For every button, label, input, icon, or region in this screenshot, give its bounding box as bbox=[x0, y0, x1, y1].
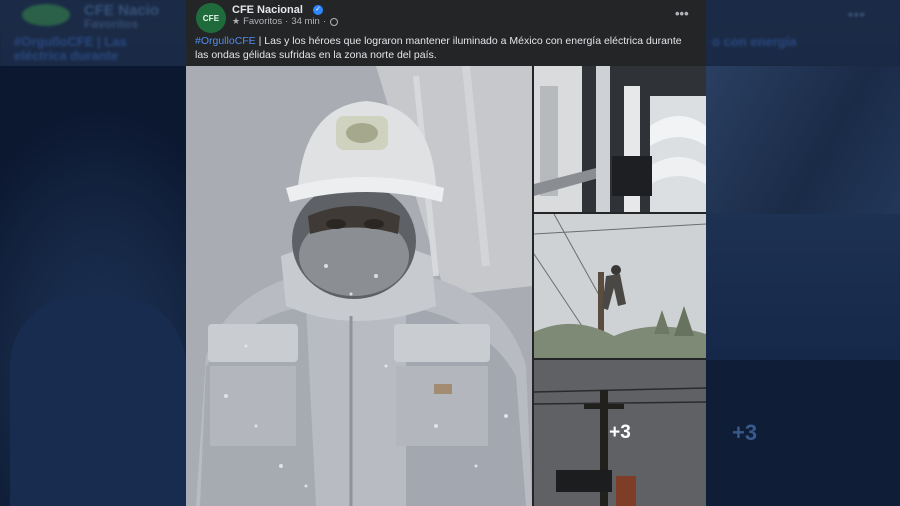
backdrop-left-photo bbox=[0, 66, 186, 506]
backdrop-audience: Favoritos bbox=[84, 17, 139, 31]
meta-separator-2: · bbox=[322, 16, 327, 27]
photo-utility-pole-more[interactable]: +3 bbox=[534, 360, 706, 506]
frozen-worker-illustration bbox=[186, 66, 532, 506]
page-name-link[interactable]: CFE Nacional bbox=[232, 4, 303, 16]
audience-label[interactable]: Favoritos bbox=[243, 16, 282, 27]
backdrop-text-line-1: #OrgulloCFE | Las bbox=[14, 34, 127, 49]
post-body: | Las y los héroes que lograron mantener… bbox=[195, 35, 682, 61]
more-options-icon[interactable]: ••• bbox=[675, 6, 689, 21]
backdrop-logo bbox=[22, 4, 70, 26]
timestamp-link[interactable]: 34 min bbox=[291, 16, 320, 27]
backdrop-right-mid-photo bbox=[706, 214, 900, 360]
photo-frozen-worker[interactable] bbox=[186, 66, 532, 506]
star-icon: ★ bbox=[232, 16, 241, 26]
backdrop-more-icon: ••• bbox=[848, 6, 866, 22]
more-photos-count: +3 bbox=[609, 422, 631, 443]
facebook-post: CFE CFE Nacional ✓ ★ Favoritos · 34 min … bbox=[186, 0, 706, 506]
page-avatar[interactable]: CFE bbox=[196, 3, 226, 33]
meta-separator: · bbox=[285, 16, 289, 27]
backdrop-text-line-2: eléctrica durante bbox=[14, 48, 119, 63]
backdrop-plus-count: +3 bbox=[732, 420, 758, 445]
hashtag-link[interactable]: #OrgulloCFE bbox=[195, 35, 256, 47]
post-meta: ★ Favoritos · 34 min · bbox=[232, 16, 339, 27]
backdrop-text-right: o con energía bbox=[712, 34, 797, 49]
post-text: #OrgulloCFE | Las y los héroes que logra… bbox=[195, 34, 695, 62]
verified-badge-icon: ✓ bbox=[313, 5, 323, 15]
backdrop-silhouette bbox=[10, 296, 186, 506]
screenshot-frame: CFE Nacio Favoritos #OrgulloCFE | Las el… bbox=[0, 0, 900, 506]
globe-icon bbox=[330, 17, 339, 26]
photo-frozen-equipment[interactable] bbox=[534, 66, 706, 212]
lineman-illustration bbox=[534, 214, 706, 358]
frozen-equipment-illustration bbox=[534, 66, 706, 212]
photo-lineman-snowstorm[interactable] bbox=[534, 214, 706, 358]
backdrop-right-top-photo bbox=[706, 66, 900, 214]
